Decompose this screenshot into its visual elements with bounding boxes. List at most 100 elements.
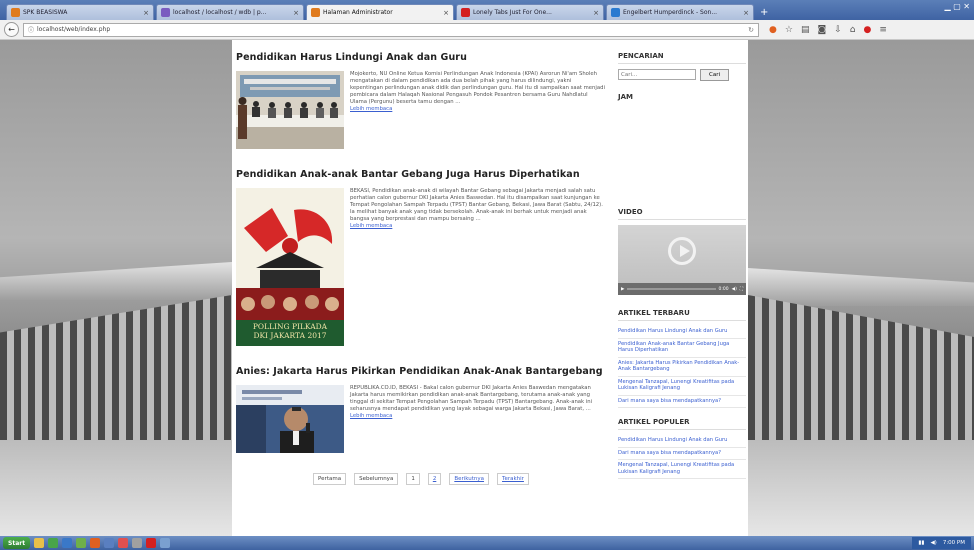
volume-icon[interactable]: ◀) (732, 287, 737, 292)
background-building-roof (0, 262, 232, 300)
post: Pendidikan Anak-anak Bantar Gebang Juga … (236, 169, 606, 346)
video-play-small-icon[interactable]: ▶ (621, 287, 624, 292)
post-thumbnail[interactable] (236, 71, 344, 149)
page-viewport: Pendidikan Harus Lindungi Anak dan Guru (0, 40, 974, 536)
conference-photo (236, 71, 344, 149)
page-next-button[interactable]: Berikutnya (449, 473, 490, 485)
tab-title: Engelbert Humperdinck - Son... (623, 9, 718, 16)
browser-tab[interactable]: SPK BEASISWA × (6, 4, 154, 20)
page-prev-button[interactable]: Sebelumnya (354, 473, 399, 485)
network-icon[interactable]: ▮▮ (918, 540, 924, 546)
recent-article-link[interactable]: Dari mana saya bisa mendapatkannya? (618, 396, 746, 408)
download-icon[interactable]: ⇩ (834, 25, 842, 35)
post-excerpt: REPUBLIKA.CO.ID, BEKASI - Bakal calon gu… (350, 385, 606, 453)
background-building-roof (748, 268, 974, 306)
back-arrow-icon: ← (8, 25, 15, 34)
post-title[interactable]: Anies: Jakarta Harus Pikirkan Pendidikan… (236, 366, 606, 377)
post-title[interactable]: Pendidikan Anak-anak Bantar Gebang Juga … (236, 169, 606, 180)
post-excerpt-text: Mojokerto, NU Online Ketua Komisi Perlin… (350, 71, 605, 105)
poster-caption: POLLING PILKADA DKI JAKARTA 2017 (236, 322, 344, 340)
back-button[interactable]: ← (4, 22, 19, 37)
video-controls[interactable]: ▶ 0:00 ◀) ⛶ (618, 283, 746, 295)
post-thumbnail[interactable]: POLLING PILKADA DKI JAKARTA 2017 (236, 188, 344, 346)
recent-article-link[interactable]: Anies: Jakarta Harus Pikirkan Pendidikan… (618, 358, 746, 377)
page-last-button[interactable]: Terakhir (497, 473, 529, 485)
start-button[interactable]: Start (3, 537, 31, 549)
close-tab-icon[interactable]: × (293, 9, 299, 17)
browser-tab[interactable]: Lonely Tabs Just For One... × (456, 4, 604, 20)
pocket-icon[interactable]: ◙ (817, 25, 826, 35)
read-more-link[interactable]: Lebih membaca (350, 413, 392, 419)
recent-article-link[interactable]: Pendidikan Harus Lindungi Anak dan Guru (618, 326, 746, 339)
sidebar: PENCARIAN Cari JAM VIDEO ▶ 0:00 ◀) ⛶ ART… (618, 52, 746, 479)
post-excerpt: BEKASI, Pendidikan anak-anak di wilayah … (350, 188, 606, 346)
pagination: Pertama Sebelumnya 1 2 Berikutnya Terakh… (236, 473, 606, 485)
system-tray[interactable]: ▮▮ ◀) 7:00 PM (912, 537, 971, 549)
addon-icon[interactable]: ● (863, 25, 871, 35)
chrome-icon[interactable] (48, 538, 59, 548)
popular-article-link[interactable]: Dari mana saya bisa mendapatkannya? (618, 448, 746, 460)
media-icon[interactable] (62, 538, 73, 548)
recent-articles-list: Pendidikan Harus Lindungi Anak dan Guru … (618, 326, 746, 408)
tab-title: Halaman Administrator (323, 9, 393, 16)
page-1-button[interactable]: 1 (406, 473, 420, 485)
clock-widget-title: JAM (618, 93, 633, 101)
firefox-icon[interactable]: ● (769, 25, 777, 35)
new-tab-button[interactable]: + (760, 7, 768, 18)
video-seek-bar[interactable] (627, 288, 716, 290)
home-icon[interactable]: ⌂ (850, 25, 856, 35)
bookmark-star-icon[interactable]: ☆ (785, 25, 793, 35)
video-widget-title: VIDEO (618, 208, 746, 220)
app-icon[interactable] (118, 538, 129, 548)
recent-article-link[interactable]: Pendidikan Anak-anak Bantar Gebang Juga … (618, 339, 746, 358)
post-thumbnail[interactable] (236, 385, 344, 453)
post-body: POLLING PILKADA DKI JAKARTA 2017 BEKASI,… (236, 188, 606, 346)
tab-favicon-icon (461, 8, 470, 17)
content-container: Pendidikan Harus Lindungi Anak dan Guru (232, 40, 748, 536)
address-bar[interactable]: ⓘ localhost/web/index.php ↻ (23, 22, 759, 37)
browser-tab-active[interactable]: Halaman Administrator × (306, 4, 454, 20)
poster-line-1: POLLING PILKADA (252, 322, 328, 331)
search-form: Cari (618, 69, 746, 81)
reload-icon[interactable]: ↻ (748, 26, 754, 34)
recent-article-link[interactable]: Mengenal Tanzapal, Lunengi Kreatifitas p… (618, 377, 746, 396)
tab-title: localhost / localhost / wdb | p... (173, 9, 267, 16)
menu-icon[interactable]: ≡ (879, 25, 887, 35)
close-tab-icon[interactable]: × (143, 9, 149, 17)
app-icon[interactable] (146, 538, 157, 548)
firefox-taskbar-icon[interactable] (90, 538, 101, 548)
fullscreen-icon[interactable]: ⛶ (740, 286, 743, 292)
app-icon[interactable] (76, 538, 87, 548)
explorer-icon[interactable] (34, 538, 45, 548)
popular-article-link[interactable]: Pendidikan Harus Lindungi Anak dan Guru (618, 435, 746, 448)
page-2-button[interactable]: 2 (427, 473, 442, 485)
app-icon[interactable] (160, 538, 171, 548)
taskbar: Start ▮▮ ◀) 7:00 PM (0, 536, 974, 550)
popular-articles-title: ARTIKEL POPULER (618, 418, 746, 430)
folder-icon[interactable] (104, 538, 115, 548)
read-more-link[interactable]: Lebih membaca (350, 106, 392, 112)
video-player[interactable]: ▶ 0:00 ◀) ⛶ (618, 225, 746, 295)
page-first-button[interactable]: Pertama (313, 473, 347, 485)
search-button[interactable]: Cari (700, 69, 729, 81)
speaker-photo (236, 385, 344, 453)
post-excerpt-text: REPUBLIKA.CO.ID, BEKASI - Bakal calon gu… (350, 385, 593, 412)
browser-tab[interactable]: localhost / localhost / wdb | p... × (156, 4, 304, 20)
close-tab-icon[interactable]: × (443, 9, 449, 17)
close-tab-icon[interactable]: × (743, 9, 749, 17)
volume-tray-icon[interactable]: ◀) (930, 540, 936, 546)
post-title[interactable]: Pendidikan Harus Lindungi Anak dan Guru (236, 52, 606, 63)
popular-articles-list: Pendidikan Harus Lindungi Anak dan Guru … (618, 435, 746, 479)
app-icon[interactable] (132, 538, 143, 548)
play-icon[interactable] (668, 237, 696, 265)
read-more-link[interactable]: Lebih membaca (350, 223, 392, 229)
tab-favicon-icon (161, 8, 170, 17)
post: Pendidikan Harus Lindungi Anak dan Guru (236, 52, 606, 149)
browser-tab[interactable]: Engelbert Humperdinck - Son... × (606, 4, 754, 20)
window-controls[interactable]: ▁ ▢ ✕ (945, 2, 971, 11)
library-icon[interactable]: ▤ (801, 25, 810, 35)
search-input[interactable] (618, 69, 696, 80)
close-tab-icon[interactable]: × (593, 9, 599, 17)
popular-article-link[interactable]: Mengenal Tanzapal, Lunengi Kreatifitas p… (618, 460, 746, 479)
browser-tab-bar: SPK BEASISWA × localhost / localhost / w… (0, 0, 974, 20)
